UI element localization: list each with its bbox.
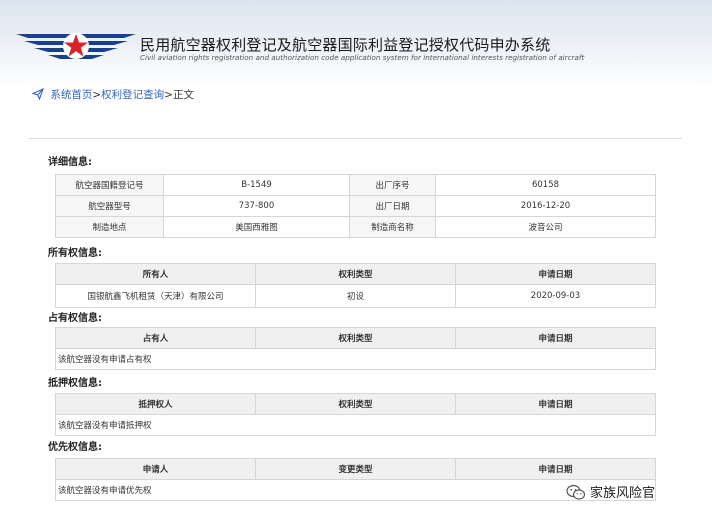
breadcrumb-query-link[interactable]: 权利登记查询: [101, 89, 164, 101]
table-cell-label: 出厂日期: [349, 195, 436, 217]
breadcrumb-separator: >: [164, 89, 173, 101]
table-cell-value: 737-800: [163, 195, 350, 217]
table-header-cell: 变更类型: [255, 458, 456, 480]
possession-table: 占有人 权利类型 申请日期 该航空器没有申请占有权: [55, 327, 656, 370]
paper-plane-icon: [32, 88, 44, 100]
watermark: 家族风险官: [566, 482, 655, 501]
mortgage-table: 抵押权人 权利类型 申请日期 该航空器没有申请抵押权: [55, 393, 656, 436]
table-cell-value: 2016-12-20: [435, 195, 656, 217]
table-row: 航空器型号 737-800 出厂日期 2016-12-20: [55, 195, 656, 217]
watermark-text: 家族风险官: [590, 486, 656, 501]
table-header-row: 占有人 权利类型 申请日期: [55, 327, 656, 349]
details-table: 航空器国籍登记号 B-1549 出厂序号 60158 航空器型号 737-800…: [55, 174, 656, 238]
header-divider: [28, 138, 682, 139]
details-section-title: 详细信息:: [48, 157, 92, 168]
table-row: 该航空器没有申请抵押权: [55, 414, 656, 436]
table-cell-date: 2020-09-03: [455, 284, 656, 308]
caac-logo-icon: [16, 33, 136, 59]
mortgage-section-title: 抵押权信息:: [48, 378, 102, 389]
table-header-cell: 申请日期: [455, 393, 656, 415]
table-cell-label: 航空器型号: [55, 195, 164, 217]
table-row: 航空器国籍登记号 B-1549 出厂序号 60158: [55, 174, 656, 196]
table-header-row: 所有人 权利类型 申请日期: [55, 263, 656, 285]
table-cell-value: B-1549: [163, 174, 350, 196]
table-cell-value: 美国西雅图: [163, 216, 350, 238]
table-header-cell: 权利类型: [255, 393, 456, 415]
breadcrumb-home-link[interactable]: 系统首页: [50, 89, 92, 101]
ownership-section-title: 所有权信息:: [48, 248, 102, 259]
table-cell-value: 波音公司: [435, 216, 656, 238]
breadcrumb-separator: >: [92, 89, 102, 101]
table-header-cell: 抵押权人: [55, 393, 256, 415]
table-row: 制造地点 美国西雅图 制造商名称 波音公司: [55, 216, 656, 238]
table-cell-label: 出厂序号: [349, 174, 436, 196]
table-header-row: 抵押权人 权利类型 申请日期: [55, 393, 656, 415]
table-header-cell: 申请人: [55, 458, 256, 480]
ownership-table: 所有人 权利类型 申请日期 国银航鑫飞机租赁（天津）有限公司 初设 2020-0…: [55, 263, 656, 308]
table-cell-label: 航空器国籍登记号: [55, 174, 164, 196]
table-header-cell: 权利类型: [255, 327, 456, 349]
priority-section-title: 优先权信息:: [48, 442, 102, 453]
table-header-cell: 申请日期: [455, 327, 656, 349]
system-title: 民用航空器权利登记及航空器国际利益登记授权代码申办系统: [140, 36, 551, 54]
possession-section-title: 占有权信息:: [48, 313, 102, 324]
table-cell-label: 制造商名称: [349, 216, 436, 238]
table-header-cell: 申请日期: [455, 263, 656, 285]
system-subtitle: Civil aviation rights registration and a…: [140, 53, 585, 62]
table-cell-owner: 国银航鑫飞机租赁（天津）有限公司: [55, 284, 256, 308]
table-cell-right-type: 初设: [255, 284, 456, 308]
table-cell-label: 制造地点: [55, 216, 164, 238]
table-header-cell: 权利类型: [255, 263, 456, 285]
table-header-cell: 申请日期: [455, 458, 656, 480]
table-header-cell: 占有人: [55, 327, 256, 349]
table-cell-value: 60158: [435, 174, 656, 196]
table-row: 国银航鑫飞机租赁（天津）有限公司 初设 2020-09-03: [55, 284, 656, 308]
breadcrumb: 系统首页>权利登记查询>正文: [32, 87, 194, 102]
table-header-row: 申请人 变更类型 申请日期: [55, 458, 656, 480]
wechat-icon: [566, 484, 586, 500]
empty-notice: 该航空器没有申请抵押权: [55, 414, 656, 436]
table-row: 该航空器没有申请占有权: [55, 348, 656, 370]
empty-notice: 该航空器没有申请占有权: [55, 348, 656, 370]
table-header-cell: 所有人: [55, 263, 256, 285]
breadcrumb-current: 正文: [172, 89, 194, 101]
